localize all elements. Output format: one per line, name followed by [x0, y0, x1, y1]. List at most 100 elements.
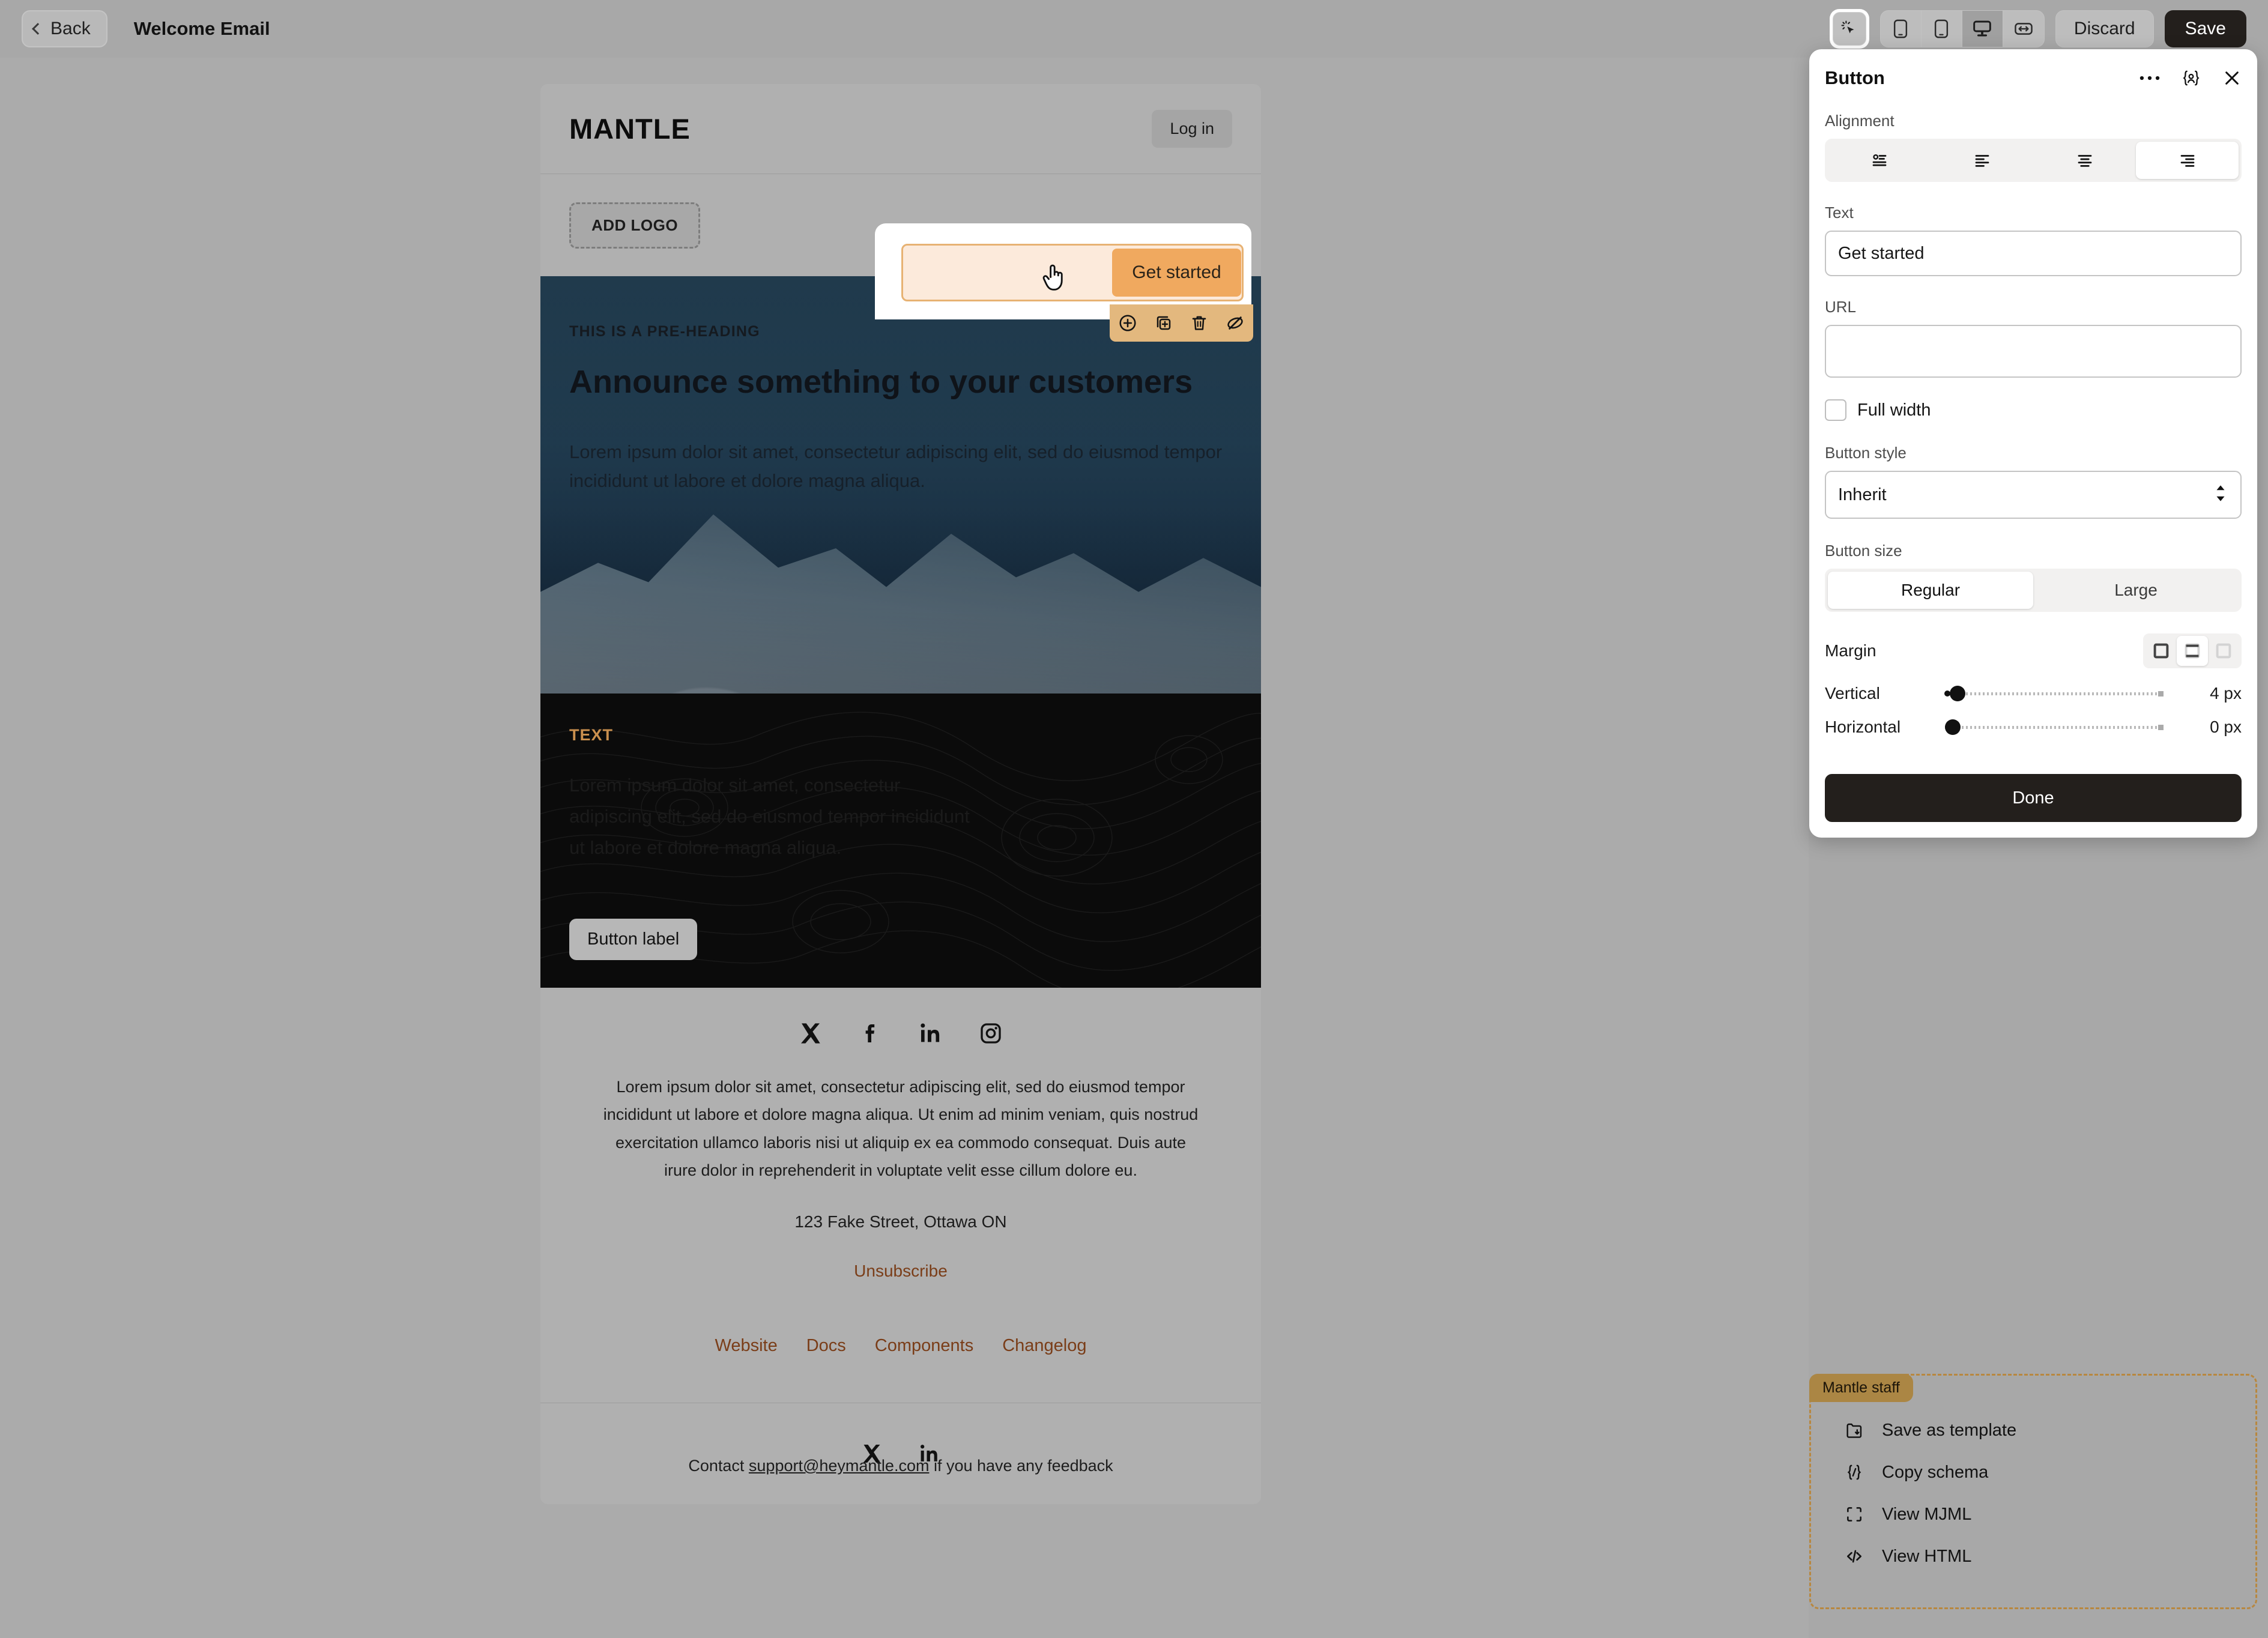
device-tablet-button[interactable] [1922, 11, 1962, 47]
footer-social-row [540, 988, 1261, 1066]
copy-schema-icon [1843, 1461, 1865, 1483]
save-as-template-item[interactable]: Save as template [1833, 1409, 2234, 1451]
margin-vertical-value: 4 px [2164, 684, 2242, 703]
panel-header-actions [2139, 68, 2242, 88]
button-settings-panel: Button Alignment [1809, 49, 2257, 838]
footer-link-website[interactable]: Website [715, 1336, 777, 1356]
mantle-staff-tab-label: Mantle staff [1809, 1374, 1913, 1402]
button-style-select-wrapper: Inherit [1825, 471, 2242, 519]
margin-vertical-label: Vertical [1825, 684, 1945, 703]
desktop-icon [1973, 20, 1992, 38]
editor-canvas: MANTLE Log in ADD LOGO THIS IS A PRE-HEA… [0, 58, 1809, 1638]
margin-horizontal-label: Horizontal [1825, 718, 1945, 737]
footer-link-components[interactable]: Components [875, 1336, 973, 1356]
url-input[interactable] [1825, 325, 2242, 378]
dark-section-button[interactable]: Button label [569, 919, 697, 960]
button-style-label: Button style [1825, 444, 2242, 462]
device-desktop-button[interactable] [1962, 11, 2003, 47]
device-preview-group [1880, 10, 2045, 47]
personalization-icon[interactable] [2182, 68, 2201, 88]
alignment-left-option[interactable] [1931, 142, 2033, 179]
alignment-segmented-control [1825, 139, 2242, 182]
login-button[interactable]: Log in [1152, 110, 1232, 148]
margin-mode-group [2143, 633, 2242, 668]
document-title: Welcome Email [134, 18, 270, 40]
device-mobile-button[interactable] [1881, 11, 1922, 47]
linkedin-icon[interactable] [916, 1019, 945, 1048]
alignment-inherit-option[interactable] [1828, 142, 1931, 179]
button-size-label: Button size [1825, 542, 2242, 560]
close-icon[interactable] [2222, 68, 2242, 88]
view-mjml-item[interactable]: View MJML [1833, 1493, 2234, 1535]
margin-mode-none-button[interactable] [2208, 636, 2239, 666]
margin-horizontal-slider[interactable] [1945, 718, 2164, 736]
instagram-icon[interactable] [976, 1019, 1005, 1048]
view-html-icon [1843, 1546, 1865, 1567]
footer-paragraph: Lorem ipsum dolor sit amet, consectetur … [540, 1066, 1261, 1185]
select-tool-wrapper [1830, 9, 1869, 49]
back-button[interactable]: Back [22, 10, 107, 47]
margin-header: Margin [1825, 633, 2242, 668]
block-action-toolbar [1110, 304, 1253, 342]
mouse-pointer-cursor [1040, 262, 1068, 297]
panel-header: Button [1825, 67, 2242, 89]
slider-track-end [2158, 725, 2164, 730]
save-as-template-label: Save as template [1882, 1421, 2016, 1440]
support-email-link[interactable]: support@heymantle.com [749, 1457, 930, 1475]
margin-horizontal-thumb[interactable] [1945, 719, 1961, 735]
slider-track-line [1945, 726, 2164, 729]
margin-label: Margin [1825, 641, 1876, 660]
button-style-select[interactable]: Inherit [1825, 471, 2242, 519]
full-width-icon [2014, 21, 2033, 37]
chevron-left-icon [32, 23, 44, 35]
text-input[interactable] [1825, 231, 2242, 276]
view-mjml-icon [1843, 1504, 1865, 1525]
margin-vertical-thumb[interactable] [1950, 686, 1965, 701]
footer-link-changelog[interactable]: Changelog [1002, 1336, 1086, 1356]
brand-wordmark: MANTLE [569, 112, 691, 145]
get-started-button[interactable]: Get started [1112, 249, 1241, 297]
done-button[interactable]: Done [1825, 774, 2242, 822]
full-width-checkbox[interactable] [1825, 399, 1846, 421]
discard-button[interactable]: Discard [2055, 10, 2154, 47]
alignment-right-option[interactable] [2136, 142, 2239, 179]
duplicate-icon[interactable] [1153, 312, 1175, 334]
contact-prefix: Contact [688, 1457, 749, 1475]
hide-icon[interactable] [1224, 312, 1246, 334]
button-size-large-option[interactable]: Large [2033, 572, 2239, 609]
facebook-icon[interactable] [856, 1019, 885, 1048]
alignment-center-option[interactable] [2033, 142, 2136, 179]
button-size-regular-option[interactable]: Regular [1828, 572, 2033, 609]
dark-section-paragraph: Lorem ipsum dolor sit amet, consectetur … [569, 770, 978, 863]
view-html-label: View HTML [1882, 1547, 1971, 1567]
mobile-icon [1892, 19, 1909, 38]
mantle-staff-card: Mantle staff Save as template Copy schem… [1809, 1374, 2257, 1609]
cursor-click-icon [1840, 20, 1858, 38]
more-options-icon[interactable] [2139, 74, 2160, 82]
unsubscribe-link[interactable]: Unsubscribe [540, 1262, 1261, 1281]
footer-link-docs[interactable]: Docs [806, 1336, 846, 1356]
add-logo-button[interactable]: ADD LOGO [569, 202, 700, 249]
margin-mode-vertical-horizontal-button[interactable] [2177, 636, 2208, 666]
add-block-icon[interactable] [1117, 312, 1139, 334]
text-field-label: Text [1825, 204, 2242, 222]
margin-vertical-slider[interactable] [1945, 685, 2164, 703]
dark-text-section[interactable]: TEXT Lorem ipsum dolor sit amet, consect… [540, 694, 1261, 988]
dark-section-content: TEXT Lorem ipsum dolor sit amet, consect… [540, 694, 1261, 863]
copy-schema-item[interactable]: Copy schema [1833, 1451, 2234, 1493]
hero-heading: Announce something to your customers [569, 363, 1232, 400]
full-width-row: Full width [1825, 399, 2242, 421]
save-button[interactable]: Save [2165, 10, 2246, 47]
view-html-item[interactable]: View HTML [1833, 1535, 2234, 1577]
dark-section-label: TEXT [569, 726, 1232, 745]
margin-horizontal-value: 0 px [2164, 718, 2242, 737]
select-tool-button[interactable] [1833, 12, 1866, 46]
margin-vertical-row: Vertical 4 px [1825, 684, 2242, 703]
device-full-width-button[interactable] [2003, 11, 2044, 47]
x-icon[interactable] [796, 1019, 825, 1048]
panel-title: Button [1825, 67, 1885, 89]
margin-mode-all-button[interactable] [2146, 636, 2177, 666]
tablet-icon [1933, 19, 1950, 38]
delete-icon[interactable] [1188, 312, 1210, 334]
slider-track-line [1945, 692, 2164, 695]
